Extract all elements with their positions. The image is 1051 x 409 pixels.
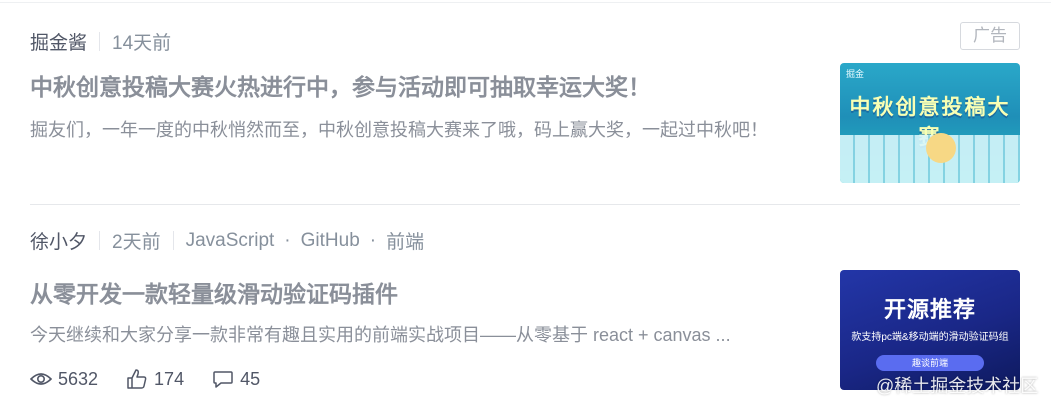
- like-button[interactable]: 174: [126, 368, 184, 390]
- eye-icon: [30, 373, 52, 385]
- moon-illustration: [926, 133, 956, 163]
- author-name[interactable]: 掘金酱: [30, 28, 87, 55]
- feed-entry[interactable]: 徐小夕 2天前 JavaScript · GitHub · 前端 从零开发一款轻…: [30, 223, 1020, 409]
- top-divider: [0, 2, 1051, 3]
- entry-meta: 徐小夕 2天前 JavaScript · GitHub · 前端: [30, 227, 424, 254]
- views-value: 5632: [58, 368, 99, 389]
- thumbnail-button: 趣谈前端: [876, 355, 984, 371]
- publish-time: 2天前: [112, 232, 161, 253]
- meta-divider: [99, 231, 101, 250]
- entry-title[interactable]: 中秋创意投稿大赛火热进行中，参与活动即可抽取幸运大奖！: [30, 68, 651, 102]
- entry-thumbnail[interactable]: 掘金 中秋创意投稿大赛: [840, 63, 1020, 183]
- entry-abstract[interactable]: 掘友们，一年一度的中秋悄然而至，中秋创意投稿大赛来了哦，码上赢大奖，一起过中秋吧…: [30, 115, 800, 145]
- comment-button[interactable]: 45: [212, 369, 260, 390]
- views-count: 5632: [30, 369, 98, 390]
- entry-title[interactable]: 从零开发一款轻量级滑动验证码插件: [30, 275, 398, 309]
- entry-abstract[interactable]: 今天继续和大家分享一款非常有趣且实用的前端实战项目——从零基于 react + …: [30, 320, 731, 350]
- ad-badge[interactable]: 广告: [960, 22, 1020, 50]
- thumbnail-subtitle: 款支持pc端&移动端的滑动验证码组: [851, 332, 1009, 343]
- thumbnail-logo: 掘金: [846, 69, 865, 79]
- thumbnail-title: 开源推荐: [883, 297, 976, 322]
- tag-separator: ·: [284, 229, 291, 251]
- watermark: @稀土掘金技术社区: [876, 376, 1039, 396]
- author-name[interactable]: 徐小夕: [30, 227, 87, 254]
- comments-value: 45: [240, 368, 261, 389]
- tag-github[interactable]: GitHub: [301, 230, 360, 252]
- tag-frontend[interactable]: 前端: [386, 227, 424, 254]
- comment-icon: [213, 371, 233, 388]
- tag-javascript[interactable]: JavaScript: [186, 230, 275, 252]
- likes-value: 174: [154, 368, 185, 389]
- tag-separator: ·: [369, 229, 377, 251]
- feed-entry-ad[interactable]: 掘金酱 14天前 广告 中秋创意投稿大赛火热进行中，参与活动即可抽取幸运大奖！ …: [30, 22, 1020, 205]
- entry-actions: 5632 174 45: [30, 368, 288, 390]
- thumb-up-icon: [127, 369, 147, 389]
- meta-divider: [99, 32, 101, 51]
- publish-time: 14天前: [112, 33, 172, 54]
- entry-meta: 掘金酱 14天前: [30, 28, 171, 55]
- meta-divider: [172, 231, 174, 250]
